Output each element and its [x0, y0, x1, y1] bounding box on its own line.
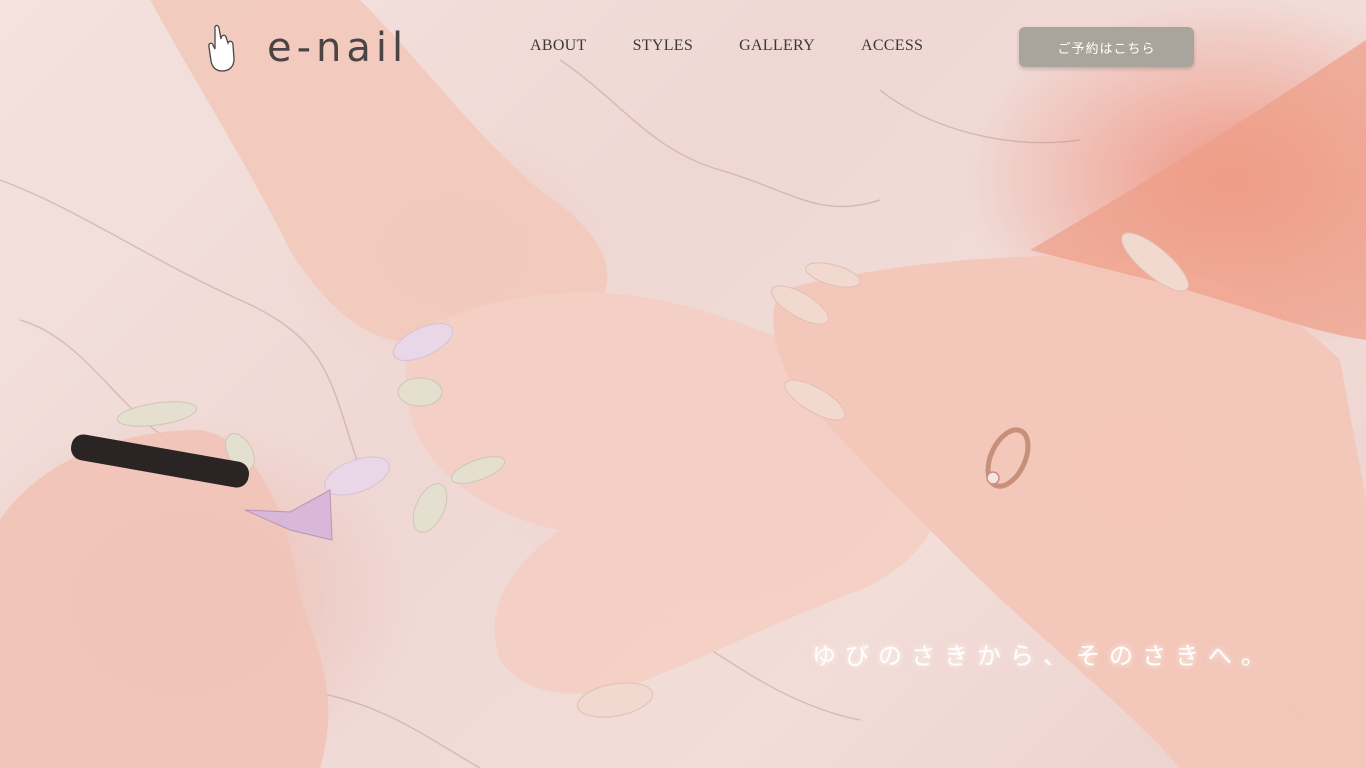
- reserve-button[interactable]: ご予約はこちら: [1019, 27, 1194, 67]
- nav-item-about[interactable]: ABOUT: [530, 37, 587, 55]
- hand-icon: [207, 23, 237, 73]
- brand-logo[interactable]: e-nail: [207, 22, 408, 74]
- hero-tagline: ゆびのさきから、そのさきへ。: [812, 642, 1274, 670]
- main-nav: ABOUT STYLES GALLERY ACCESS: [530, 37, 969, 55]
- nav-item-styles[interactable]: STYLES: [633, 37, 693, 55]
- brand-name: e-nail: [267, 25, 409, 71]
- nav-item-access[interactable]: ACCESS: [861, 37, 923, 55]
- nav-item-gallery[interactable]: GALLERY: [739, 37, 815, 55]
